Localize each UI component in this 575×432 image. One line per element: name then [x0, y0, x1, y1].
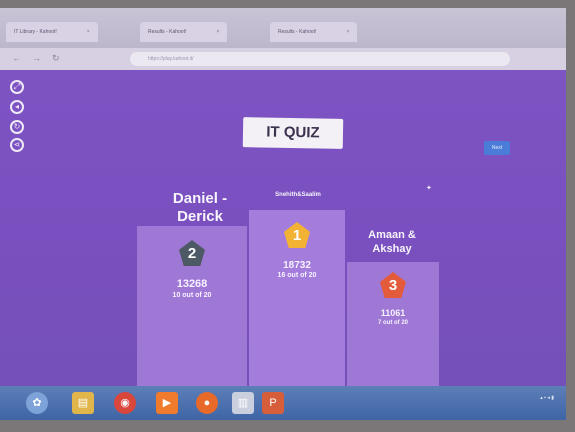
quiz-title: IT QUIZ [242, 117, 344, 149]
folder-icon[interactable]: ▥ [232, 392, 254, 414]
back-icon[interactable]: ← [12, 53, 21, 63]
first-place-name: Snehith&Saalim [275, 192, 321, 198]
chrome-icon[interactable]: ◉ [114, 392, 136, 414]
third-place-correct: 7 out of 20 [377, 320, 408, 326]
projected-screen: IT Library - Kahoot! × Results - Kahoot! ×… [0, 8, 566, 420]
rank-badge-icon: 1 [284, 222, 310, 248]
media-player-icon[interactable]: ▶ [156, 392, 178, 414]
windows-start-icon[interactable]: ✿ [26, 392, 48, 414]
close-icon[interactable]: × [216, 29, 219, 35]
second-place-score: 13268 [176, 278, 208, 290]
mouse-cursor-icon: ✦ [426, 185, 432, 192]
first-place-podium: 1 18732 16 out of 20 [249, 210, 345, 386]
tab-results-2[interactable]: Results - Kahoot! × [270, 22, 358, 42]
share-icon[interactable]: ⋖ [10, 138, 24, 152]
taskbar: ✿ ▤ ◉ ▶ ● ▥ P ▴ ▪ ◂ ▮ [0, 386, 566, 420]
browser-tab-bar: IT Library - Kahoot! × Results - Kahoot! ×… [0, 8, 566, 48]
tab-results-1[interactable]: Results - Kahoot! × [140, 22, 228, 42]
first-place-score: 18732 [283, 260, 311, 271]
second-place-name: Daniel - Derick [172, 190, 228, 225]
rank-badge-icon: 3 [380, 272, 406, 298]
forward-icon[interactable]: → [32, 53, 41, 63]
third-place-podium: 3 11061 7 out of 20 [347, 262, 439, 386]
volume-icon[interactable]: ◂ [10, 100, 24, 114]
close-icon[interactable]: × [346, 29, 349, 35]
second-place-podium: 2 13268 10 out of 20 [137, 226, 247, 386]
next-button[interactable]: Next [484, 141, 510, 155]
reload-icon[interactable]: ↻ [52, 53, 60, 64]
powerpoint-icon[interactable]: P [262, 392, 284, 414]
third-place-score: 11061 [380, 308, 406, 318]
second-place-correct: 10 out of 20 [172, 292, 212, 299]
url-input[interactable]: https://play.kahoot.it/ [130, 52, 510, 66]
expand-icon[interactable]: ⤢ [10, 80, 24, 94]
third-place-name: Amaan & Akshay [368, 229, 416, 255]
refresh-icon[interactable]: ↻ [10, 120, 24, 134]
firefox-icon[interactable]: ● [196, 392, 218, 414]
tab-library[interactable]: IT Library - Kahoot! × [6, 22, 98, 42]
close-icon[interactable]: × [87, 29, 90, 35]
first-place-correct: 16 out of 20 [277, 272, 317, 279]
address-bar: ← → ↻ https://play.kahoot.it/ [0, 48, 566, 70]
file-explorer-icon[interactable]: ▤ [72, 392, 94, 414]
system-tray[interactable]: ▴ ▪ ◂ ▮ [540, 394, 554, 410]
rank-badge-icon: 2 [179, 240, 205, 266]
